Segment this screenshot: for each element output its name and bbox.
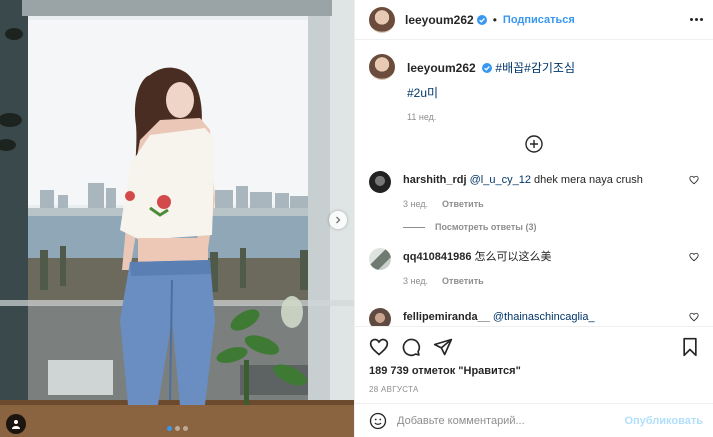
action-bar [369, 327, 699, 367]
carousel-dot [182, 426, 188, 431]
heart-icon[interactable] [369, 337, 389, 357]
comment-text: dhek mera naya crush [530, 174, 643, 186]
caption-avatar[interactable] [369, 54, 395, 80]
photo-illustration [0, 0, 354, 437]
bookmark-icon[interactable] [681, 337, 699, 357]
engagement-section: 189 739 отметок "Нравится" 28 АВГУСТА [355, 326, 713, 403]
comment-icon[interactable] [401, 337, 421, 357]
author-username[interactable]: leeyoum262 [405, 13, 474, 27]
comment-text: 怎么可以这么美 [471, 251, 552, 263]
caption-username[interactable]: leeyoum262 [407, 61, 476, 75]
comment-avatar[interactable] [369, 248, 391, 270]
more-options-icon[interactable] [690, 18, 703, 21]
post-photo[interactable] [0, 0, 354, 437]
comment-username[interactable]: harshith_rdj [403, 174, 467, 186]
load-more-comments-button[interactable] [369, 135, 699, 153]
chevron-right-icon [334, 216, 342, 224]
carousel-dots [0, 426, 354, 431]
comment-username[interactable]: fellipemiranda__ [403, 311, 490, 323]
next-photo-button[interactable] [329, 211, 347, 229]
add-comment-bar: Опубликовать [355, 403, 713, 437]
view-replies-label: Посмотреть ответы (3) [435, 222, 537, 232]
header-separator: • [492, 12, 497, 27]
post-header: leeyoum262 • Подписаться [355, 0, 713, 40]
caption-hashtag-line[interactable]: #2u미 [407, 84, 699, 101]
tagged-people-button[interactable] [6, 414, 26, 434]
comment-username[interactable]: qq410841986 [403, 251, 472, 263]
view-replies-button[interactable]: Посмотреть ответы (3) [403, 222, 699, 232]
comment-time: 3 нед. [403, 199, 429, 209]
reply-button[interactable]: Ответить [442, 197, 484, 211]
post-date[interactable]: 28 АВГУСТА [369, 385, 699, 403]
smiley-icon[interactable] [369, 412, 387, 430]
carousel-dot-active [166, 426, 172, 431]
verified-badge-icon [476, 14, 487, 25]
comment-mention[interactable]: @thainaschincaglia_ [493, 311, 595, 323]
heart-icon[interactable] [689, 312, 699, 322]
paper-plane-icon[interactable] [433, 337, 453, 357]
comment-item: qq410841986 怎么可以这么美 3 нед. Ответить [369, 246, 699, 288]
comment-mention[interactable]: @l_u_cy_12 [470, 174, 531, 186]
heart-icon[interactable] [689, 175, 699, 185]
caption: leeyoum262 #배꼽#감기조심 #2u미 11 нед. [369, 54, 699, 122]
person-tag-icon [11, 419, 21, 429]
carousel-dot [174, 426, 180, 431]
caption-time: 11 нед. [407, 112, 437, 122]
comment-item: harshith_rdj @l_u_cy_12 dhek mera naya c… [369, 169, 699, 211]
comment-avatar[interactable] [369, 171, 391, 193]
comment-time: 3 нед. [403, 276, 429, 286]
follow-button[interactable]: Подписаться [503, 14, 575, 26]
caption-hashtags[interactable]: #배꼽#감기조심 [495, 61, 575, 75]
comment-item: fellipemiranda__ @thainaschincaglia_ [369, 306, 699, 326]
publish-button[interactable]: Опубликовать [624, 415, 703, 427]
post-sidebar: leeyoum262 • Подписаться leeyoum262 #배꼽#… [354, 0, 713, 437]
comment-input[interactable] [397, 414, 615, 427]
likes-count[interactable]: 189 739 отметок "Нравится" [369, 365, 699, 377]
comment-avatar[interactable] [369, 308, 391, 326]
heart-icon[interactable] [689, 252, 699, 262]
author-avatar[interactable] [369, 6, 395, 33]
instagram-post: leeyoum262 • Подписаться leeyoum262 #배꼽#… [0, 0, 713, 437]
plus-circle-icon [525, 135, 543, 153]
reply-button[interactable]: Ответить [442, 274, 484, 288]
verified-badge-icon [482, 63, 493, 73]
comments-list[interactable]: leeyoum262 #배꼽#감기조심 #2u미 11 нед. harshit… [355, 40, 713, 326]
